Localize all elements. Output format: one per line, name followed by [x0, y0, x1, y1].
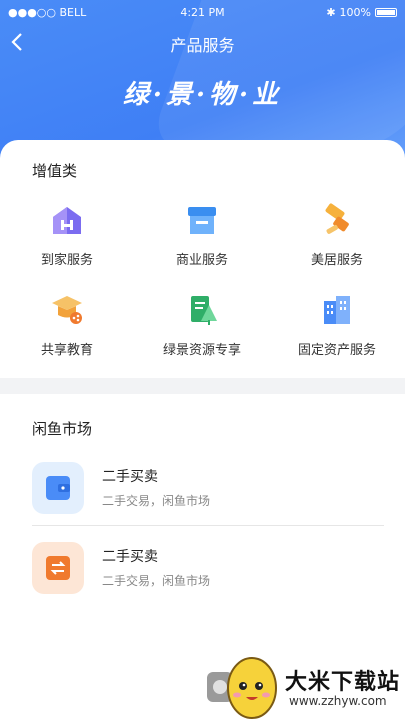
service-label: 共享教育 — [40, 343, 93, 358]
section-divider — [0, 378, 405, 394]
watermark-name: 大米下载站 — [285, 670, 401, 695]
bluetooth-icon: ✱ — [326, 6, 336, 19]
nav-bar: 产品服务 — [0, 28, 405, 56]
section-title-market: 闲鱼市场 — [32, 420, 93, 438]
battery-label: 100% — [339, 6, 371, 19]
service-label: 商业服务 — [175, 253, 228, 268]
service-label: 美居服务 — [310, 253, 363, 268]
service-home-decor[interactable]: 美居服务 — [277, 203, 397, 268]
house-icon — [53, 207, 81, 234]
service-education[interactable]: 共享教育 — [7, 293, 127, 358]
service-resources[interactable]: 绿景资源专享 — [142, 293, 262, 358]
market-item-subtitle: 二手交易，闲鱼市场 — [102, 574, 211, 588]
watermark-url: www.zzhyw.com — [289, 694, 387, 708]
service-business[interactable]: 商业服务 — [142, 203, 262, 268]
service-label: 到家服务 — [40, 253, 93, 268]
status-right: ✱ 100% — [326, 6, 397, 19]
service-fixed-assets[interactable]: 固定资产服务 — [277, 293, 397, 358]
battery-icon — [375, 8, 397, 17]
watermark: 大米下载站 www.zzhyw.com — [205, 650, 405, 720]
market-item[interactable]: 二手买卖 二手交易，闲鱼市场 — [32, 462, 387, 522]
market-item-title: 二手买卖 — [102, 469, 158, 485]
service-label: 固定资产服务 — [297, 343, 376, 358]
building-icon — [324, 296, 350, 324]
exchange-icon — [32, 542, 84, 594]
service-home[interactable]: 到家服务 — [7, 203, 127, 268]
service-label: 绿景资源专享 — [162, 343, 241, 358]
market-item[interactable]: 二手买卖 二手交易，闲鱼市场 — [32, 542, 387, 602]
market-item-subtitle: 二手交易，闲鱼市场 — [102, 494, 211, 508]
wallet-icon — [32, 462, 84, 514]
shop-icon — [188, 207, 216, 234]
graduation-cap-icon — [52, 296, 82, 324]
market-item-title: 二手买卖 — [102, 549, 158, 565]
status-bar: ●●●○○ BELL 4:21 PM ✱ 100% — [0, 6, 405, 22]
paint-roller-icon — [325, 203, 349, 234]
banner-slogan: 绿·景·物·业 — [122, 80, 283, 110]
section-title-value-added: 增值类 — [32, 162, 78, 180]
list-divider — [32, 525, 384, 526]
page-title: 产品服务 — [170, 36, 235, 55]
document-tree-icon — [191, 296, 217, 325]
egg-mascot-icon — [227, 657, 277, 719]
